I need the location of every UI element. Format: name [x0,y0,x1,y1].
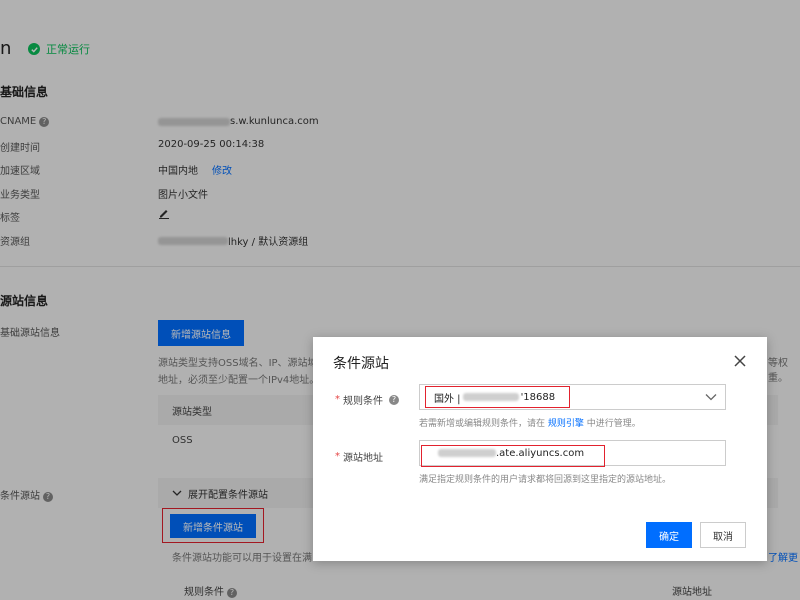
highlight-box [425,386,570,408]
rule-condition-label: * 规则条件? [335,392,399,407]
rule-condition-hint: 若需新增或编辑规则条件，请在 规则引擎 中进行管理。 [419,419,641,429]
cancel-button[interactable]: 取消 [700,522,746,548]
origin-address-label: * 源站地址 [335,451,383,464]
close-icon[interactable] [732,353,748,369]
rule-engine-link[interactable]: 规则引擎 [548,419,584,429]
chevron-down-icon [705,394,717,401]
modal-title: 条件源站 [333,356,389,372]
confirm-button[interactable]: 确定 [646,522,692,548]
help-icon[interactable]: ? [389,394,399,405]
highlight-box [421,445,605,467]
origin-address-hint: 满足指定规则条件的用户请求都将回源到这里指定的源站地址。 [419,475,672,485]
